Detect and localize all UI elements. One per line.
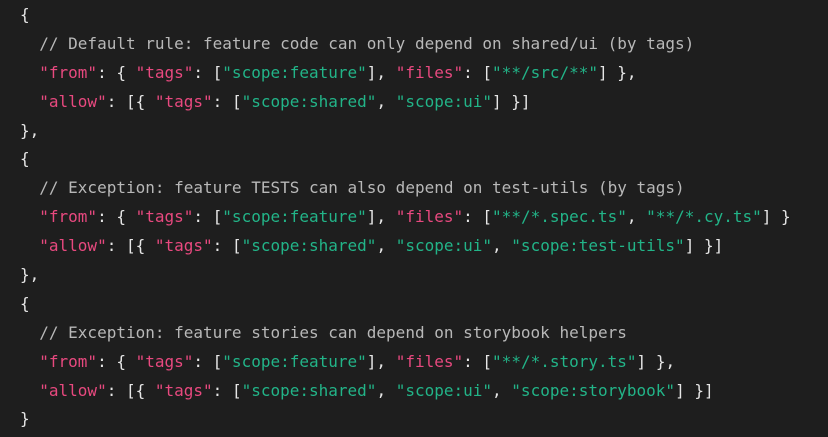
code-key: "tags" [154, 91, 213, 111]
code-punctuation: ] }, [598, 62, 637, 82]
code-punctuation: , [492, 380, 512, 400]
code-punctuation: : [ [212, 236, 242, 256]
code-punctuation: }, [20, 120, 40, 140]
code-key: "tags" [154, 236, 213, 256]
code-punctuation: : [ [212, 91, 242, 111]
code-line: // Exception: feature stories can depend… [0, 319, 828, 348]
code-punctuation: : [ [463, 351, 493, 371]
code-string: "scope:shared" [241, 236, 377, 256]
code-line: "from": { "tags": ["scope:feature"], "fi… [0, 203, 828, 232]
code-punctuation [20, 63, 39, 82]
code-line: "from": { "tags": ["scope:feature"], "fi… [0, 348, 828, 377]
code-punctuation [20, 381, 39, 400]
code-punctuation: : { [97, 62, 136, 82]
code-punctuation: { [20, 5, 30, 24]
code-key: "tags" [135, 207, 194, 227]
code-punctuation: : [ [463, 62, 493, 82]
code-string: "**/*.spec.ts" [492, 207, 627, 227]
code-string: "scope:shared" [241, 380, 377, 400]
code-punctuation: , [376, 91, 396, 111]
code-punctuation: , [492, 236, 512, 256]
code-punctuation: : { [97, 351, 136, 371]
code-key: "allow" [39, 236, 107, 256]
code-line: "allow": [{ "tags": ["scope:shared", "sc… [0, 88, 828, 117]
code-punctuation: , [376, 236, 396, 256]
code-line: }, [0, 261, 828, 290]
code-string: "scope:ui" [395, 236, 493, 256]
code-punctuation [20, 92, 39, 111]
code-punctuation: : [{ [106, 380, 155, 400]
code-string: "scope:feature" [222, 62, 367, 82]
code-punctuation [20, 352, 39, 371]
code-string: "scope:feature" [222, 207, 367, 227]
code-string: "scope:shared" [241, 91, 377, 111]
code-line: "from": { "tags": ["scope:feature"], "fi… [0, 59, 828, 88]
code-string: "scope:test-utils" [511, 236, 685, 256]
code-punctuation: ] }] [684, 236, 724, 256]
code-punctuation: ] }] [492, 91, 531, 111]
code-line: // Exception: feature TESTS can also dep… [0, 174, 828, 203]
code-string: "**/*.cy.ts" [646, 207, 762, 227]
code-punctuation: }, [20, 265, 40, 285]
code-line: { [0, 145, 828, 174]
code-punctuation: , [376, 380, 396, 400]
code-key: "from" [39, 62, 98, 82]
code-key: "from" [39, 351, 98, 371]
code-viewer[interactable]: { // Default rule: feature code can only… [0, 0, 828, 437]
code-punctuation: , [626, 207, 647, 227]
code-key: "allow" [39, 91, 107, 111]
code-punctuation: } [20, 409, 30, 429]
code-key: "files" [395, 207, 464, 227]
code-line: { [0, 290, 828, 319]
code-punctuation [20, 236, 39, 255]
code-key: "tags" [135, 62, 194, 82]
code-key: "allow" [39, 380, 107, 400]
code-string: "**/src/**" [492, 62, 599, 82]
code-string: "scope:ui" [395, 91, 493, 111]
code-comment: // Exception: feature TESTS can also dep… [20, 178, 685, 198]
code-punctuation: ], [366, 351, 396, 371]
code-key: "from" [39, 207, 98, 227]
code-line: { [0, 1, 828, 30]
code-punctuation: ] }, [636, 351, 676, 371]
code-punctuation: ], [366, 207, 396, 227]
code-line: }, [0, 117, 828, 146]
code-line: // Default rule: feature code can only d… [0, 30, 828, 59]
code-punctuation: ] }] [675, 380, 714, 400]
code-key: "tags" [135, 351, 194, 371]
code-punctuation: ], [366, 62, 396, 82]
code-string: "scope:feature" [222, 351, 367, 371]
code-punctuation: : [ [212, 380, 242, 400]
code-punctuation: : [ [193, 351, 223, 371]
code-key: "tags" [154, 380, 213, 400]
code-punctuation: ] } [761, 207, 791, 227]
code-body: { // Default rule: feature code can only… [0, 1, 828, 434]
code-line: "allow": [{ "tags": ["scope:shared", "sc… [0, 232, 828, 261]
code-punctuation: : [ [463, 207, 493, 227]
code-string: "**/*.story.ts" [492, 351, 637, 371]
code-punctuation: : [ [193, 207, 223, 227]
code-line: } [0, 405, 828, 434]
code-string: "scope:ui" [395, 380, 493, 400]
code-comment: // Exception: feature stories can depend… [20, 322, 627, 342]
code-punctuation [20, 207, 39, 226]
code-string: "scope:storybook" [511, 380, 676, 400]
code-punctuation: : [{ [106, 236, 155, 256]
code-punctuation: { [20, 149, 30, 169]
code-line: "allow": [{ "tags": ["scope:shared", "sc… [0, 377, 828, 406]
code-key: "files" [395, 62, 464, 82]
code-comment: // Default rule: feature code can only d… [20, 33, 695, 53]
code-punctuation: { [20, 293, 30, 313]
code-punctuation: : { [97, 207, 136, 227]
code-punctuation: : [ [193, 62, 223, 82]
code-key: "files" [395, 351, 464, 371]
code-punctuation: : [{ [106, 91, 155, 111]
